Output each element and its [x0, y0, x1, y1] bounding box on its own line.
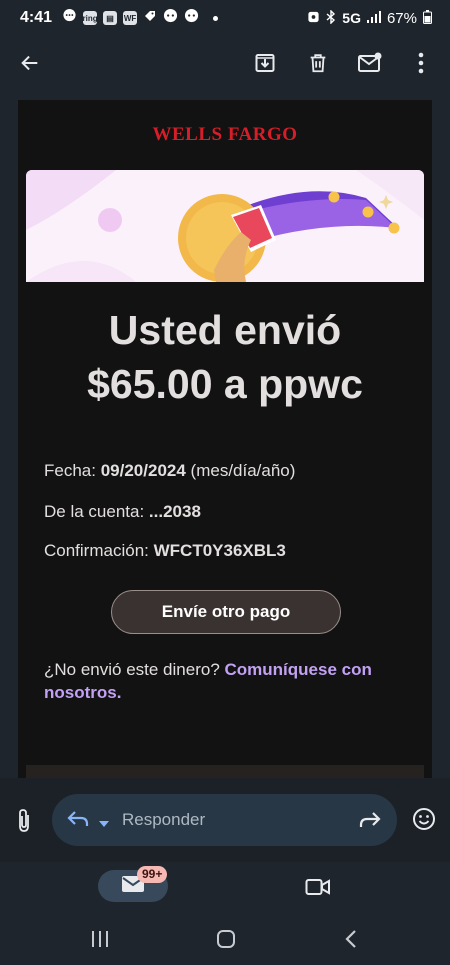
network-type: 5G	[342, 10, 361, 26]
headline-line-1: Usted envió	[108, 307, 342, 353]
headline-line-2: $65.00 a ppwc	[87, 361, 363, 407]
confirmation-row: Confirmación: WFCT0Y36XBL3	[44, 541, 286, 561]
recent-apps-icon[interactable]	[90, 930, 110, 953]
bluetooth-icon	[326, 8, 336, 27]
ring-icon: ring	[82, 11, 98, 25]
tag-icon	[143, 9, 157, 28]
date-value: 09/20/2024	[100, 461, 186, 480]
attach-icon[interactable]	[14, 808, 34, 839]
reddit-icon	[163, 8, 178, 28]
send-another-payment-button[interactable]: Envíe otro pago	[111, 590, 341, 634]
system-navigation-bar	[0, 914, 450, 965]
reply-placeholder: Responder	[122, 810, 206, 829]
app-icon: ▤	[103, 11, 118, 25]
status-bar: 4:41 ring ▤ WF 5G 67%	[0, 0, 450, 36]
payment-banner-image	[26, 170, 424, 282]
confirmation-label: Confirmación:	[44, 541, 149, 560]
account-row: De la cuenta: ...2038	[44, 502, 201, 522]
trash-icon[interactable]	[305, 50, 331, 76]
home-icon[interactable]	[216, 929, 236, 954]
reddit-icon	[184, 8, 199, 28]
video-camera-icon	[305, 879, 331, 901]
emoji-icon[interactable]	[412, 807, 436, 836]
wells-fargo-logo: WELLS FARGO	[152, 124, 298, 145]
reply-arrow-icon[interactable]	[66, 808, 92, 835]
status-time: 4:41	[20, 9, 53, 26]
email-body: WELLS FARGO Usted envió $65.00 a ppwc Fe…	[18, 100, 432, 785]
date-format: (mes/día/año)	[190, 461, 296, 480]
email-toolbar	[0, 36, 450, 90]
more-vert-icon[interactable]	[408, 50, 434, 76]
not-sent-text: ¿No envió este dinero?	[44, 660, 220, 679]
forward-arrow-icon[interactable]	[358, 809, 382, 836]
archive-icon[interactable]	[252, 50, 278, 76]
date-label: Fecha:	[44, 461, 96, 480]
chevron-down-icon[interactable]	[98, 815, 110, 833]
bottom-navigation: 99+	[0, 862, 450, 914]
signal-icon	[366, 10, 381, 26]
alarm-icon	[307, 10, 320, 26]
account-label: De la cuenta:	[44, 502, 145, 521]
tab-meet[interactable]	[305, 877, 331, 902]
contact-period: .	[116, 683, 122, 702]
back-arrow-icon[interactable]	[17, 50, 43, 76]
reply-bar: Responder	[0, 778, 450, 862]
reply-field[interactable]: Responder	[52, 794, 397, 846]
not-sent-message: ¿No envió este dinero? Comuníquese con n…	[44, 658, 414, 704]
battery-percent: 67%	[386, 9, 417, 27]
wf-icon: WF	[123, 11, 138, 25]
date-row: Fecha: 09/20/2024 (mes/día/año)	[44, 461, 295, 481]
confirmation-value: WFCT0Y36XBL3	[153, 541, 286, 560]
payment-headline: Usted envió $65.00 a ppwc	[18, 303, 432, 411]
back-nav-icon[interactable]	[344, 929, 358, 954]
mark-unread-icon[interactable]	[357, 50, 383, 76]
chat-bubble-icon	[62, 8, 77, 28]
account-value: ...2038	[148, 502, 201, 521]
mail-unread-badge: 99+	[137, 866, 168, 883]
battery-icon	[423, 9, 432, 27]
more-notifications-dot	[213, 15, 219, 21]
